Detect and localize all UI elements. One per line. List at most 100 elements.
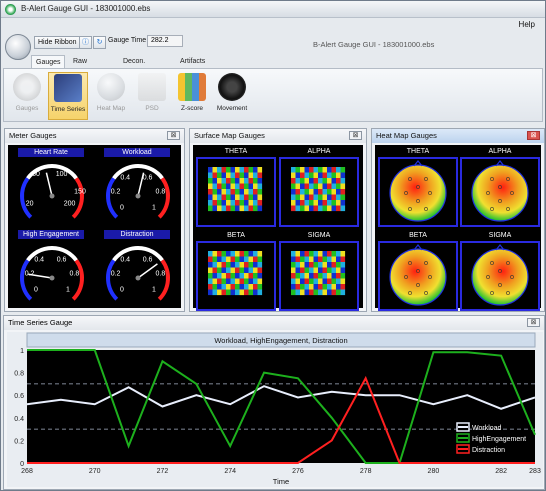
ribbon-time-series-button[interactable]: Time Series [48,72,88,120]
gauge-arc-segment [157,259,170,301]
tab-gauges[interactable]: Gauges [31,55,65,69]
gauge-icon [13,73,41,101]
gauge-tick-label: 20 [26,200,34,207]
help-menu[interactable]: Help [519,20,535,29]
gauge-tick-label: 0.8 [156,189,166,196]
x-tick-label: 283 [529,468,541,475]
application-orb-button[interactable] [5,34,31,60]
x-tick-label: 282 [495,468,507,475]
legend-label: HighEngagement [472,436,526,443]
heat-map-sigma [460,241,540,311]
gauge-needle [45,172,53,197]
x-tick-label: 268 [21,468,33,475]
tab-decon-signals[interactable]: Decon. Signals [119,55,172,78]
x-tick-label: 272 [157,468,169,475]
tab-raw-signals[interactable]: Raw Signals [69,55,115,78]
gauge-arc-segment [20,259,33,301]
heat-map-label-alpha: ALPHA [488,148,512,155]
gauge-tick-label: 1 [152,205,156,212]
gauge-needle [137,172,145,197]
info-icon[interactable]: ⓘ [79,36,92,49]
gauge-hub [135,275,141,281]
surface-panel-close-button[interactable]: ⊠ [349,131,362,140]
refresh-icon[interactable]: ↻ [93,36,106,49]
gauge-time-field[interactable]: 282.2 [147,35,183,47]
surface-map-alpha [279,157,359,227]
surface-map-label-beta: BETA [227,232,245,239]
time-series-close-button[interactable]: ⊠ [527,318,540,327]
window-title: B-Alert Gauge GUI - 183001000.ebs [21,4,151,13]
hide-ribbon-button[interactable]: Hide Ribbon [34,36,81,49]
ribbon-movement-button[interactable]: Movement [212,72,252,120]
gauge-tick-label: 0 [120,287,124,294]
surface-map-label-alpha: ALPHA [307,148,331,155]
gauge-tick-label: 1 [66,287,70,294]
z-score-icon [178,73,206,101]
gauge-tick-label: 0.6 [143,257,153,264]
gauge-tick-label: 0 [34,287,38,294]
gauge-dial-workload: 0.4 0.6 0.2 0.8 0 1 [106,164,170,219]
gauge-label-distraction: Distraction [104,230,170,239]
y-tick-label: 0.8 [14,371,24,378]
heat-map-label-beta: BETA [409,232,427,239]
gauge-tick-label: 0 [120,205,124,212]
tab-artifacts[interactable]: Artifacts [176,55,212,69]
gauge-tick-label: 0.4 [34,257,44,264]
gauge-arc-segment [71,259,84,301]
gauge-tick-label: 0.2 [111,271,121,278]
surface-map-label-theta: THETA [224,148,248,155]
gauge-tick-label: 50 [32,171,40,178]
heat-map-label-sigma: SIGMA [488,232,512,239]
surface-map-panel: Surface Map Gauges ⊠ THETA ALPHA BETA SIGMA [189,128,367,312]
gauge-tick-label: 200 [64,200,76,207]
ribbon-z-score-button[interactable]: Z-score [172,72,212,120]
time-series-panel: Time Series Gauge ⊠ Workload, HighEngage… [3,315,545,490]
heat-map-title: Heat Map Gauges [372,129,544,143]
gauge-tick-label: 0.6 [143,175,153,182]
ribbon-panel: Gauges Time Series Heat Map PSD Z-score Movem… [3,68,543,122]
gauge-tick-label: 0.4 [120,257,130,264]
heat-panel-close-button[interactable]: ⊠ [527,131,540,140]
surface-map-title: Surface Map Gauges [190,129,366,143]
y-tick-label: 0.2 [14,438,24,445]
legend-label: Distraction [472,447,505,454]
heat-map-alpha [460,157,540,227]
ribbon-label: Time Series [50,106,86,113]
gauge-tick-label: 0.2 [111,189,121,196]
meter-panel-close-button[interactable]: ⊠ [167,131,180,140]
head-map [389,248,447,306]
heat-map-icon [97,73,125,101]
gauge-dial-distraction: 0.4 0.6 0.2 0.8 0 1 [106,246,170,301]
gauge-tick-label: 150 [74,189,86,196]
surface-map-label-sigma: SIGMA [307,232,331,239]
x-tick-label: 274 [224,468,236,475]
surface-map-canvas: THETA ALPHA BETA SIGMA [193,145,363,311]
heat-map-beta [378,241,458,311]
gauge-time-label: Gauge Time [108,37,147,44]
gauge-arc-segment [106,177,119,219]
y-tick-label: 0 [20,461,24,468]
x-tick-label: 280 [428,468,440,475]
y-tick-label: 1 [20,348,24,355]
app-window: B-Alert Gauge GUI - 183001000.ebs Help H… [0,0,546,491]
gauge-arc-segment [20,177,33,219]
ribbon-psd-button[interactable]: PSD [132,72,172,120]
gauge-label-heart-rate: Heart Rate [18,148,84,157]
ribbon-gauges-button[interactable]: Gauges [7,72,47,120]
time-series-chart: Workload, HighEngagement, Distraction 0 0.… [7,332,543,487]
head-map [471,164,529,222]
movement-icon [218,73,246,101]
time-series-icon [54,74,82,102]
meter-gauges-panel: Meter Gauges ⊠ Heart Rate 50 100 150 20 200 Wo… [4,128,185,312]
gauge-arc-segment [157,177,170,219]
chart-title: Workload, HighEngagement, Distraction [214,336,347,345]
y-tick-label: 0.6 [14,393,24,400]
title-bar: B-Alert Gauge GUI - 183001000.ebs [1,1,545,18]
app-icon [5,4,16,15]
ribbon-title: B-Alert Gauge GUI - 183001000.ebs [313,40,435,49]
legend-label: Workload [472,425,502,432]
ribbon-heat-map-button[interactable]: Heat Map [91,72,131,120]
gauge-arc-segment [106,259,119,301]
meter-gauges-title: Meter Gauges [5,129,184,143]
gauge-hub [49,275,55,281]
